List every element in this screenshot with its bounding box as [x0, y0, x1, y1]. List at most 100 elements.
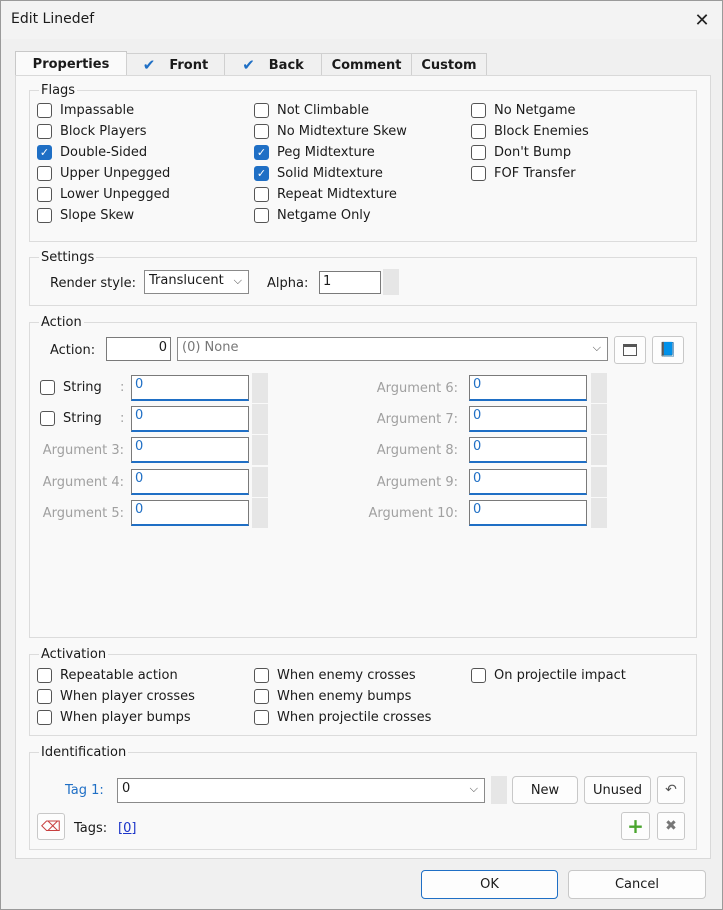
argument-spin[interactable]	[252, 435, 268, 465]
action-number-input[interactable]: 0	[106, 337, 171, 361]
flag-checkbox[interactable]: FOF Transfer	[471, 166, 576, 181]
checkbox-icon[interactable]	[254, 187, 269, 202]
flag-checkbox[interactable]: No Netgame	[471, 103, 576, 118]
checkbox-checked-icon[interactable]: ✓	[254, 166, 269, 181]
checkbox-icon[interactable]	[37, 668, 52, 683]
string-arg-checkbox[interactable]: String	[40, 411, 102, 426]
checkbox-icon[interactable]	[37, 187, 52, 202]
close-icon[interactable]: ✕	[684, 3, 720, 37]
argument-input[interactable]: 0	[131, 375, 249, 401]
alpha-label: Alpha:	[267, 276, 309, 291]
checkbox-icon[interactable]	[254, 103, 269, 118]
cancel-button[interactable]: Cancel	[568, 870, 706, 899]
checkbox-icon[interactable]	[40, 380, 55, 395]
argument-spin[interactable]	[591, 498, 607, 528]
argument-input[interactable]: 0	[131, 437, 249, 463]
string-arg-checkbox[interactable]: String	[40, 380, 102, 395]
tab-front[interactable]: ✔ Front	[126, 53, 225, 76]
checkbox-icon[interactable]	[37, 124, 52, 139]
checkbox-icon[interactable]	[471, 124, 486, 139]
argument-spin[interactable]	[252, 467, 268, 497]
checkbox-icon[interactable]	[471, 103, 486, 118]
argument-value: 0	[135, 439, 144, 454]
checkbox-icon[interactable]	[37, 689, 52, 704]
flag-checkbox[interactable]: Block Players	[37, 124, 147, 139]
new-tag-button[interactable]: New	[512, 776, 578, 804]
browse-actions-button[interactable]	[614, 336, 646, 364]
argument-input[interactable]: 0	[131, 469, 249, 495]
checkbox-icon[interactable]	[37, 710, 52, 725]
checkbox-icon[interactable]	[40, 411, 55, 426]
flag-checkbox[interactable]: ✓ Solid Midtexture	[254, 166, 383, 181]
argument-spin[interactable]	[252, 373, 268, 403]
flag-checkbox[interactable]: No Midtexture Skew	[254, 124, 407, 139]
argument-spin[interactable]	[591, 435, 607, 465]
action-select[interactable]: (0) None ⌵	[177, 337, 608, 361]
flag-checkbox[interactable]: Repeat Midtexture	[254, 187, 397, 202]
checkbox-icon[interactable]	[254, 689, 269, 704]
activation-checkbox[interactable]: Repeatable action	[37, 668, 178, 683]
tab-back[interactable]: ✔ Back	[224, 53, 322, 76]
flag-checkbox[interactable]: Not Climbable	[254, 103, 369, 118]
activation-checkbox[interactable]: When enemy bumps	[254, 689, 411, 704]
book-icon: 📘	[659, 342, 677, 358]
argument-input[interactable]: 0	[469, 406, 587, 432]
checkbox-label: Double-Sided	[60, 145, 148, 160]
checkbox-icon[interactable]	[37, 103, 52, 118]
alpha-input[interactable]: 1	[319, 271, 381, 294]
action-help-button[interactable]: 📘	[652, 336, 684, 364]
flag-checkbox[interactable]: ✓ Double-Sided	[37, 145, 147, 160]
tab-custom[interactable]: Custom	[411, 53, 487, 76]
add-tag-button[interactable]: +	[621, 812, 650, 840]
unused-tag-button[interactable]: Unused	[584, 776, 651, 804]
tag-select[interactable]: 0 ⌵	[117, 778, 485, 803]
checkbox-icon[interactable]	[471, 145, 486, 160]
tags-link[interactable]: [0]	[118, 821, 136, 836]
activation-checkbox[interactable]: When enemy crosses	[254, 668, 416, 683]
checkbox-icon[interactable]	[37, 166, 52, 181]
activation-checkbox[interactable]: When player bumps	[37, 710, 191, 725]
checkbox-icon[interactable]	[254, 710, 269, 725]
alpha-spin[interactable]	[383, 269, 399, 295]
argument-input[interactable]: 0	[131, 500, 249, 526]
argument-spin[interactable]	[591, 373, 607, 403]
activation-checkbox[interactable]: On projectile impact	[471, 668, 626, 683]
argument-input[interactable]: 0	[469, 375, 587, 401]
undo-button[interactable]: ↶	[657, 776, 685, 804]
checkbox-icon[interactable]	[471, 166, 486, 181]
argument-spin[interactable]	[252, 404, 268, 434]
tag-spin[interactable]	[491, 776, 507, 804]
argument-spin[interactable]	[591, 467, 607, 497]
checkbox-icon[interactable]	[254, 208, 269, 223]
activation-checkbox[interactable]: When player crosses	[37, 689, 195, 704]
erase-tags-button[interactable]: ⌫	[37, 813, 65, 840]
remove-tag-button[interactable]: ✖	[657, 812, 685, 840]
argument-input[interactable]: 0	[469, 500, 587, 526]
checkbox-checked-icon[interactable]: ✓	[37, 145, 52, 160]
tab-comment[interactable]: Comment	[321, 53, 412, 76]
activation-checkbox[interactable]: When projectile crosses	[254, 710, 431, 725]
checkbox-icon[interactable]	[254, 668, 269, 683]
flag-checkbox[interactable]: Netgame Only	[254, 208, 371, 223]
argument-input[interactable]: 0	[469, 469, 587, 495]
tab-properties[interactable]: Properties	[15, 51, 127, 77]
flag-checkbox[interactable]: Upper Unpegged	[37, 166, 170, 181]
checkbox-icon[interactable]	[37, 208, 52, 223]
flag-checkbox[interactable]: Don't Bump	[471, 145, 571, 160]
checkbox-checked-icon[interactable]: ✓	[254, 145, 269, 160]
flag-checkbox[interactable]: Slope Skew	[37, 208, 134, 223]
ok-button[interactable]: OK	[421, 870, 558, 899]
argument-spin[interactable]	[252, 498, 268, 528]
render-style-select[interactable]: Translucent ⌵	[144, 270, 249, 294]
flag-checkbox[interactable]: Impassable	[37, 103, 134, 118]
argument-input[interactable]: 0	[469, 437, 587, 463]
flag-checkbox[interactable]: ✓ Peg Midtexture	[254, 145, 375, 160]
flag-checkbox[interactable]: Block Enemies	[471, 124, 589, 139]
argument-spin[interactable]	[591, 404, 607, 434]
checkbox-icon[interactable]	[254, 124, 269, 139]
checkbox-label: String	[63, 411, 102, 426]
flag-checkbox[interactable]: Lower Unpegged	[37, 187, 170, 202]
checkbox-icon[interactable]	[471, 668, 486, 683]
checkbox-label: Repeat Midtexture	[277, 187, 397, 202]
argument-input[interactable]: 0	[131, 406, 249, 432]
